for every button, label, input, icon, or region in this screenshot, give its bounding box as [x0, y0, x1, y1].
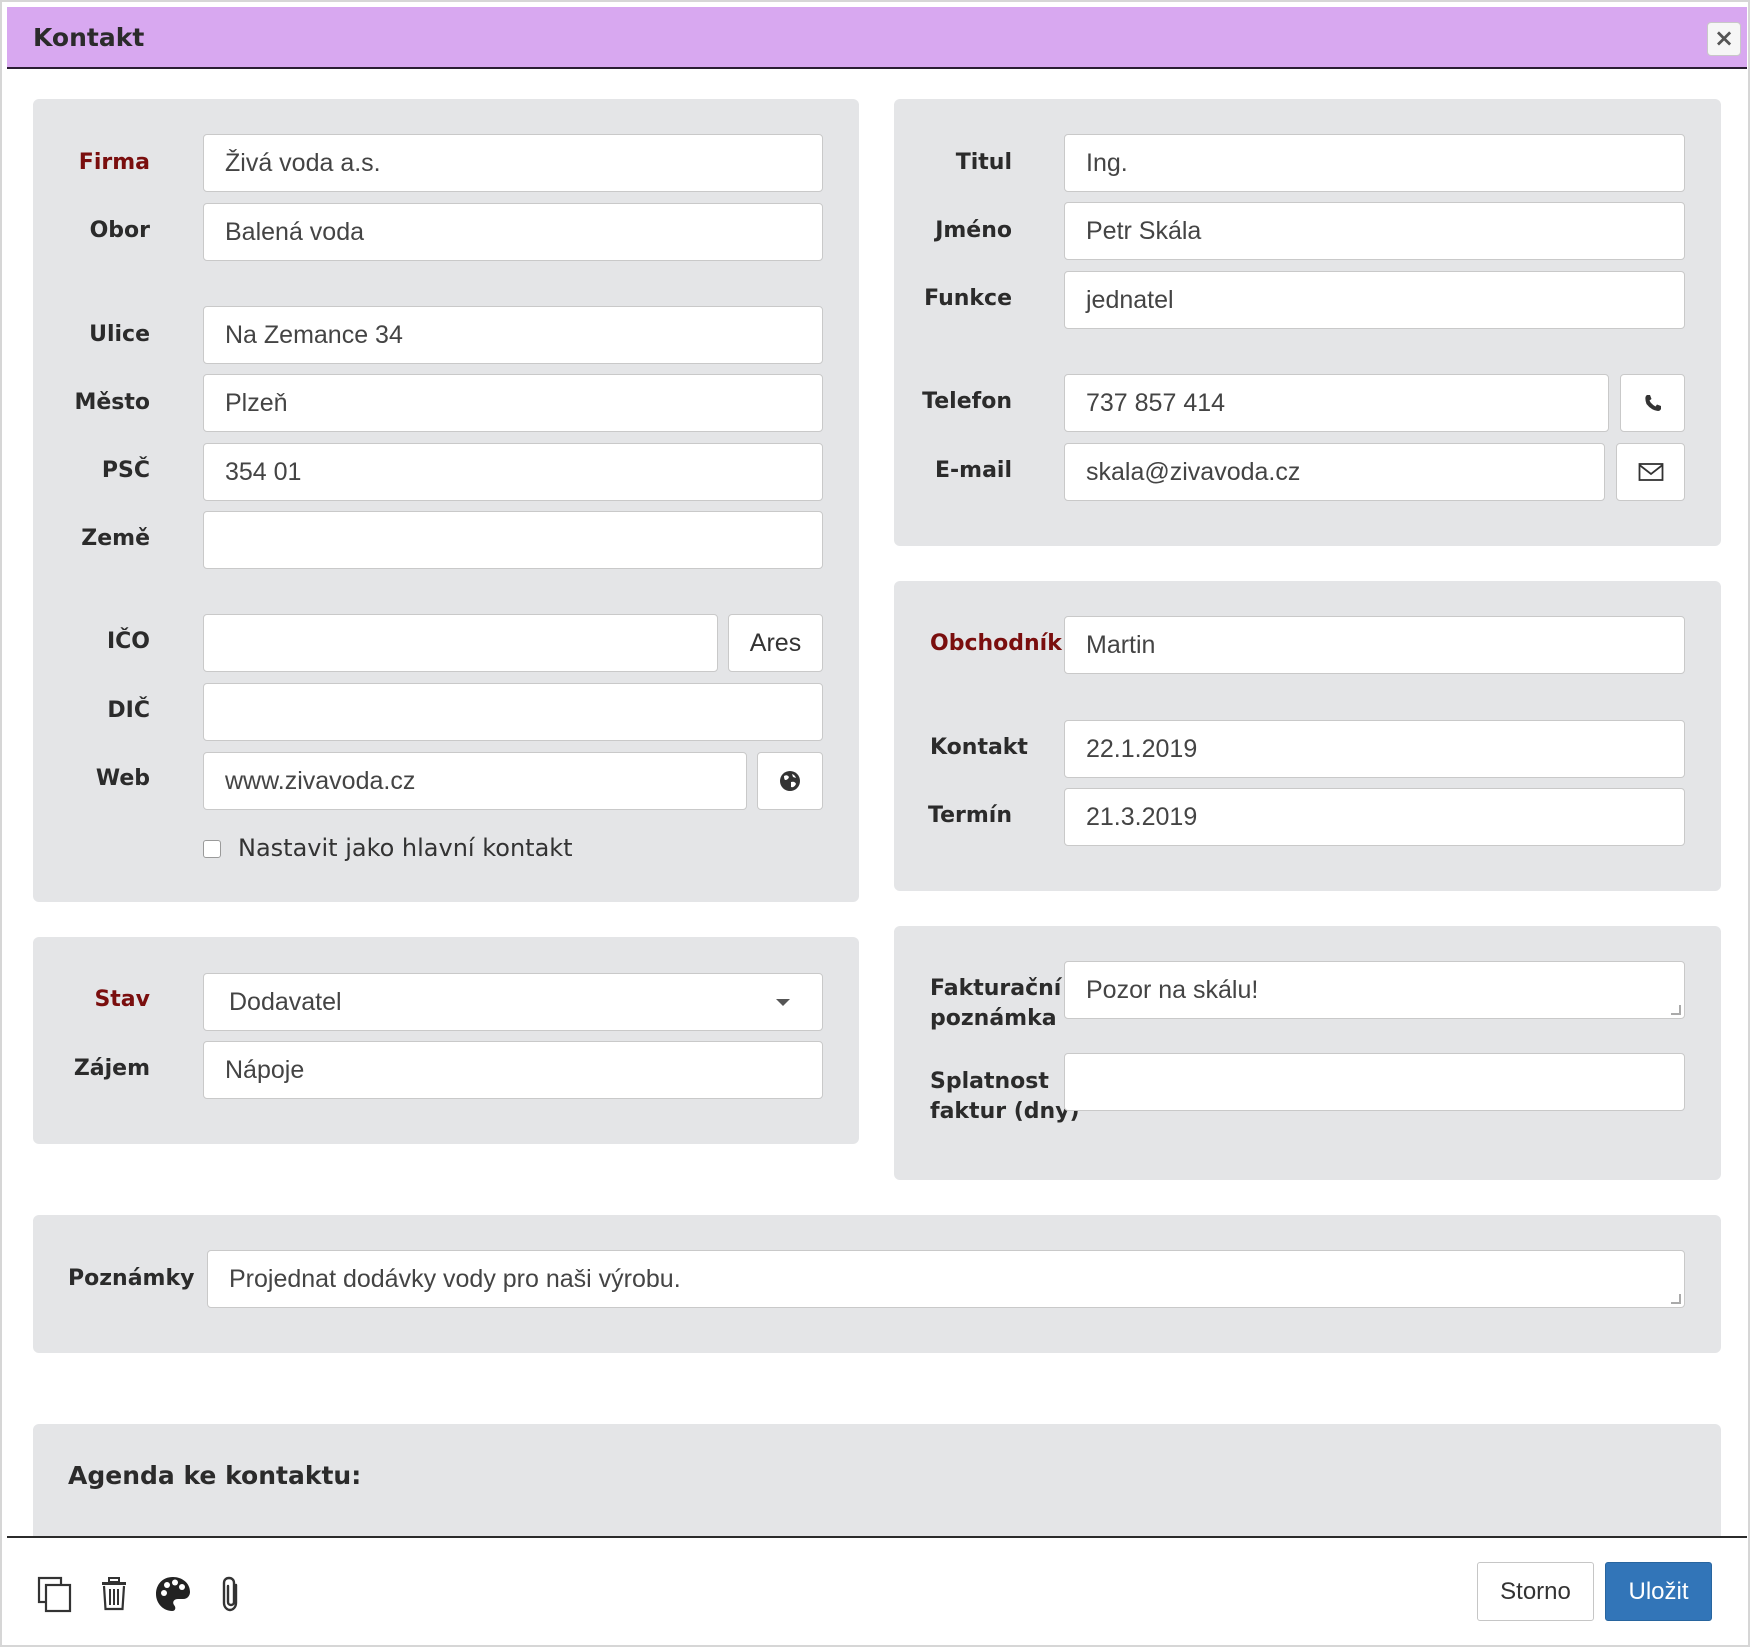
- envelope-icon: [1638, 463, 1663, 481]
- globe-icon: [780, 771, 800, 791]
- phone-icon: [1644, 395, 1661, 411]
- save-button[interactable]: Uložit: [1605, 1562, 1712, 1621]
- obchodnik-input[interactable]: Martin: [1064, 616, 1685, 674]
- jmeno-input[interactable]: Petr Skála: [1064, 202, 1685, 260]
- poznamky-textarea[interactable]: Projednat dodávky vody pro naši výrobu.: [207, 1250, 1685, 1308]
- call-button[interactable]: [1620, 374, 1685, 432]
- dic-input[interactable]: [203, 683, 823, 741]
- send-email-button[interactable]: [1616, 443, 1685, 501]
- web-input[interactable]: www.zivavoda.cz: [203, 752, 747, 810]
- jmeno-label: Jméno: [935, 218, 1012, 243]
- email-label: E-mail: [934, 458, 1012, 483]
- dialog-titlebar: Kontakt ×: [7, 7, 1747, 69]
- kontakt-label: Kontakt: [930, 735, 1028, 760]
- obchodnik-label: Obchodník: [930, 631, 1062, 656]
- ulice-input[interactable]: Na Zemance 34: [203, 306, 823, 364]
- fakturacni-poznamka-label-line2: poznámka: [930, 1006, 1057, 1031]
- splatnost-label-line1: Splatnost: [930, 1069, 1049, 1094]
- telefon-input[interactable]: 737 857 414: [1064, 374, 1609, 432]
- splatnost-label-line2: faktur (dny): [930, 1099, 1080, 1124]
- dic-label: DIČ: [107, 698, 150, 723]
- splatnost-input[interactable]: [1064, 1053, 1685, 1111]
- zeme-label: Země: [81, 526, 150, 551]
- cancel-button[interactable]: Storno: [1477, 1562, 1594, 1621]
- ico-label: IČO: [106, 629, 150, 654]
- main-contact-label: Nastavit jako hlavní kontakt: [238, 834, 573, 862]
- open-web-button[interactable]: [757, 752, 823, 810]
- funkce-input[interactable]: jednatel: [1064, 271, 1685, 329]
- web-label: Web: [95, 766, 150, 791]
- fakturacni-poznamka-label: Fakturační poznámka: [930, 974, 1061, 1034]
- zajem-input[interactable]: Nápoje: [203, 1041, 823, 1099]
- dialog-title: Kontakt: [33, 23, 145, 52]
- psc-label: PSČ: [101, 458, 150, 483]
- obor-label: Obor: [89, 218, 150, 243]
- mesto-input[interactable]: Plzeň: [203, 374, 823, 432]
- zeme-input[interactable]: [203, 511, 823, 569]
- mesto-label: Město: [74, 390, 150, 415]
- main-contact-checkbox[interactable]: [203, 840, 221, 858]
- email-input[interactable]: skala@zivavoda.cz: [1064, 443, 1605, 501]
- dialog-footer: Storno Uložit: [7, 1536, 1747, 1644]
- ulice-label: Ulice: [89, 322, 150, 347]
- fakturacni-poznamka-textarea[interactable]: Pozor na skálu!: [1064, 961, 1685, 1019]
- telefon-label: Telefon: [922, 389, 1012, 414]
- stav-selected-value: Dodavatel: [229, 988, 342, 1016]
- contact-dialog: Kontakt × Firma Živá voda a.s. Obor Bale…: [0, 0, 1750, 1647]
- obor-input[interactable]: Balená voda: [203, 203, 823, 261]
- ares-button[interactable]: Ares: [728, 614, 823, 672]
- close-button[interactable]: ×: [1707, 22, 1741, 56]
- titul-label: Titul: [955, 150, 1012, 175]
- paperclip-icon[interactable]: [212, 1574, 252, 1614]
- splatnost-label: Splatnost faktur (dny): [930, 1067, 1080, 1127]
- titul-input[interactable]: Ing.: [1064, 134, 1685, 192]
- agenda-title: Agenda ke kontaktu:: [68, 1461, 362, 1490]
- psc-input[interactable]: 354 01: [203, 443, 823, 501]
- palette-icon[interactable]: [153, 1574, 193, 1614]
- stav-select[interactable]: Dodavatel: [203, 973, 823, 1031]
- chevron-down-icon: [776, 999, 790, 1006]
- fakturacni-poznamka-label-line1: Fakturační: [930, 976, 1062, 1001]
- ico-input[interactable]: [203, 614, 718, 672]
- kontakt-date-input[interactable]: 22.1.2019: [1064, 720, 1685, 778]
- trash-icon[interactable]: [94, 1574, 134, 1614]
- copy-icon[interactable]: [35, 1574, 75, 1614]
- firma-label: Firma: [78, 150, 150, 175]
- stav-label: Stav: [94, 987, 150, 1012]
- termin-label: Termín: [928, 803, 1012, 828]
- zajem-label: Zájem: [73, 1056, 150, 1081]
- poznamky-label: Poznámky: [68, 1266, 195, 1291]
- termin-date-input[interactable]: 21.3.2019: [1064, 788, 1685, 846]
- funkce-label: Funkce: [924, 286, 1012, 311]
- firma-input[interactable]: Živá voda a.s.: [203, 134, 823, 192]
